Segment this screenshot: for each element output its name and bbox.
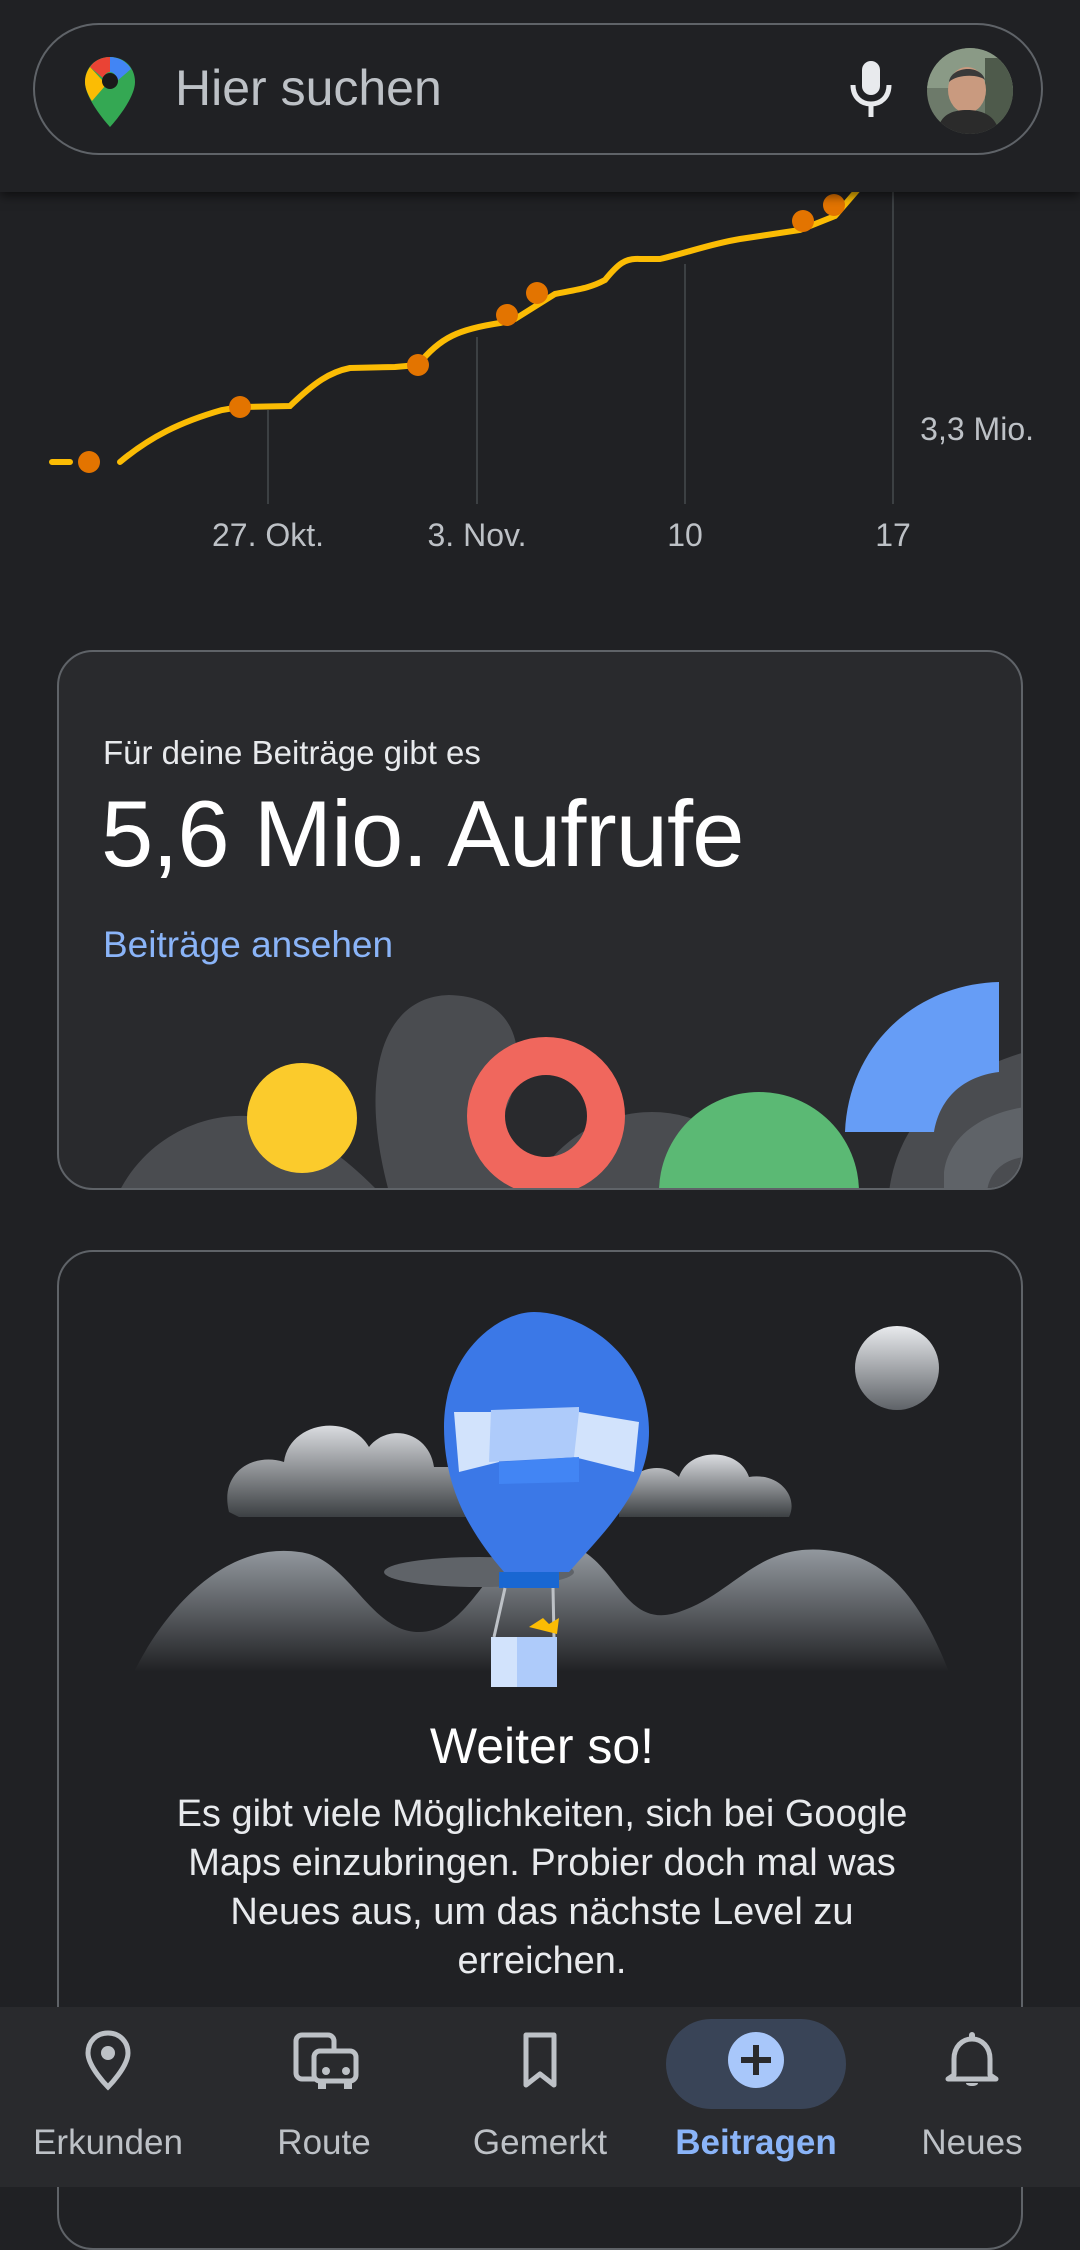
decorative-shapes-illustration (121, 982, 1021, 1188)
nav-label: Route (277, 2123, 371, 2162)
chart-point (407, 354, 429, 376)
view-contributions-link[interactable]: Beiträge ansehen (103, 924, 393, 966)
search-bar[interactable]: Hier suchen (33, 23, 1043, 155)
nav-label: Erkunden (33, 2123, 183, 2162)
add-circle-icon (728, 2032, 784, 2088)
chart-point (78, 451, 100, 473)
search-input[interactable]: Hier suchen (175, 59, 442, 117)
bell-icon (945, 2032, 999, 2086)
nav-item-neues[interactable]: Neues (864, 2007, 1080, 2187)
google-maps-logo-icon (85, 57, 135, 127)
nav-label: Gemerkt (472, 2123, 608, 2162)
avatar[interactable] (927, 48, 1013, 134)
views-count: 5,6 Mio. Aufrufe (101, 781, 744, 886)
chart-point (823, 194, 845, 216)
hot-air-balloon-illustration (134, 1312, 949, 1687)
nav-item-gemerkt[interactable]: Gemerkt (432, 2007, 648, 2187)
x-tick-label: 27. Okt. (212, 517, 324, 553)
y-tick-label: 3,3 Mio. (920, 411, 1034, 447)
chart-point (526, 282, 548, 304)
x-tick-label: 10 (667, 517, 703, 553)
views-card[interactable]: Für deine Beiträge gibt es 5,6 Mio. Aufr… (57, 650, 1023, 1190)
nav-item-beitragen[interactable]: Beitragen (648, 2007, 864, 2187)
location-pin-icon (85, 2030, 131, 2091)
views-subtitle: Für deine Beiträge gibt es (103, 734, 481, 771)
bottom-navigation: Erkunden Route Gemerkt Beitragen Neues (0, 2007, 1080, 2187)
nav-label: Neues (921, 2123, 1023, 2162)
chart-point (229, 396, 251, 418)
bookmark-icon (523, 2032, 557, 2088)
level-card-title: Weiter so! (429, 1718, 655, 1774)
views-chart: 3,3 Mio. 27. Okt. 3. Nov. 10 17 (49, 192, 1034, 553)
chart-gridlines (267, 192, 894, 504)
chart-series-line (49, 192, 860, 465)
x-tick-label: 17 (875, 517, 911, 553)
commute-icon (293, 2032, 359, 2089)
x-tick-label: 3. Nov. (428, 517, 527, 553)
chart-point (792, 210, 814, 232)
nav-label: Beitragen (675, 2123, 837, 2162)
search-header: Hier suchen (0, 0, 1080, 192)
level-card-body: Es gibt viele Möglichkeiten, sich bei Go… (176, 1793, 908, 1982)
nav-item-route[interactable]: Route (216, 2007, 432, 2187)
microphone-icon[interactable] (843, 57, 899, 121)
chart-point (496, 304, 518, 326)
nav-item-erkunden[interactable]: Erkunden (0, 2007, 216, 2187)
